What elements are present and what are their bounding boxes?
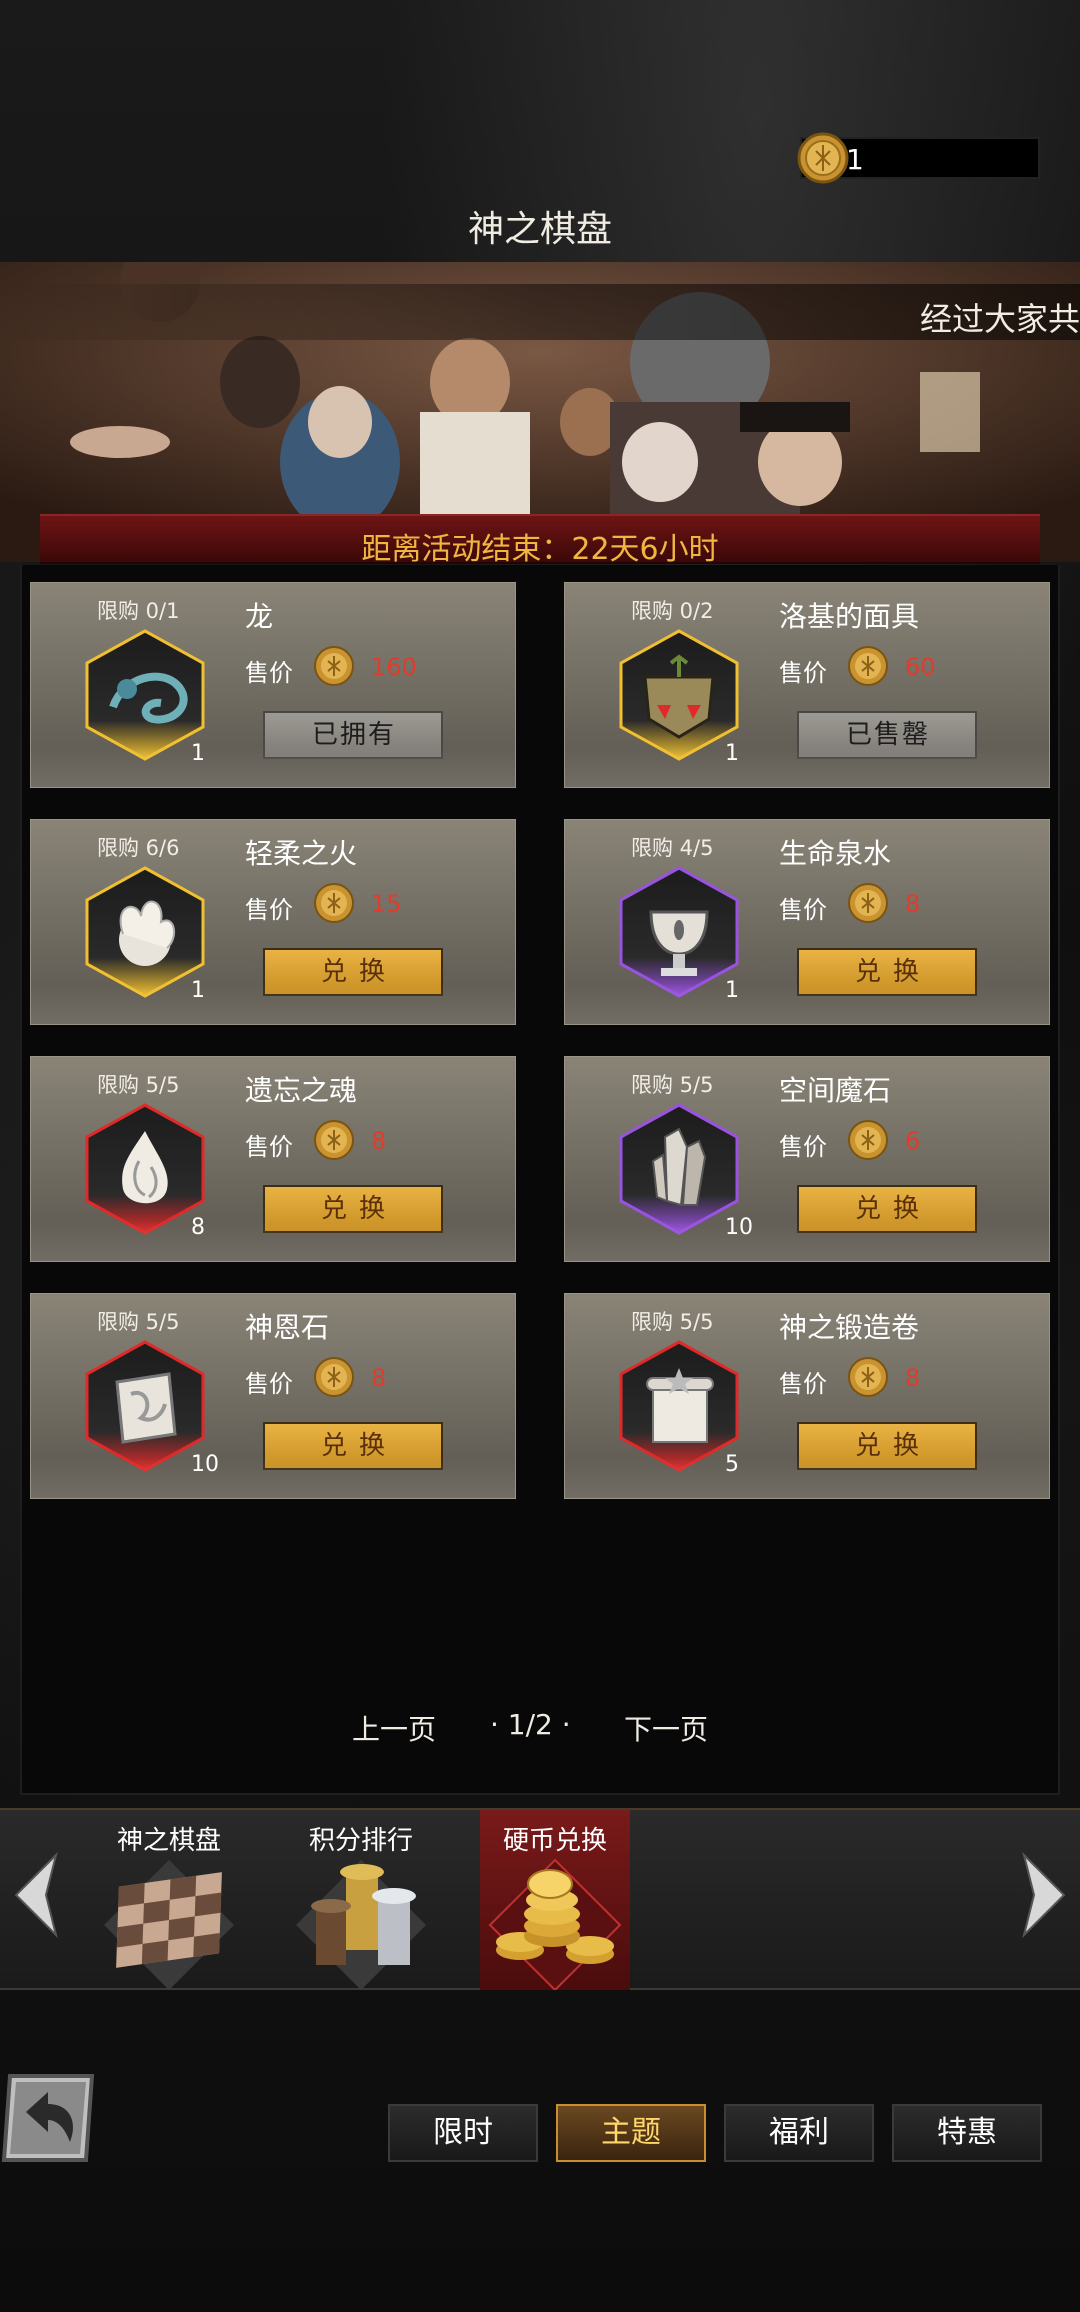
soul-flame-icon (85, 1103, 205, 1235)
item-name: 洛基的面具 (779, 600, 920, 633)
item-quantity: 8 (191, 1215, 205, 1240)
countdown-text: 距离活动结束：22天6小时 (361, 532, 719, 567)
item-name: 龙 (245, 600, 274, 633)
exchange-button[interactable]: 兑换 (263, 948, 443, 996)
announcement-ticker: 经过大家共 (919, 300, 1080, 338)
announcement-ticker-bg (0, 284, 1080, 340)
shop-item-card: 限购 0/1 龙 售价 160 已拥有 1 (30, 582, 516, 788)
category-prev-arrow[interactable] (6, 1850, 66, 1940)
gold-coin-icon (848, 1120, 888, 1160)
shop-item-card: 限购 5/5 神恩石 售价 8 兑换 10 (30, 1293, 516, 1499)
exchange-button[interactable]: 兑换 (797, 948, 977, 996)
purchase-limit: 限购 0/2 (631, 599, 714, 623)
item-quantity: 5 (725, 1452, 739, 1477)
gold-coin-icon (314, 883, 354, 923)
currency-amount: 1 (846, 143, 864, 176)
item-name: 空间魔石 (779, 1074, 892, 1107)
category-ranking[interactable]: 积分排行 (286, 1810, 436, 1990)
shop-item-card: 限购 6/6 轻柔之火 售价 15 兑换 1 (30, 819, 516, 1025)
mask-icon (619, 629, 739, 761)
purchase-limit: 限购 5/5 (631, 1073, 714, 1097)
price-value: 60 (905, 653, 936, 681)
chalice-icon (619, 866, 739, 998)
exchange-button[interactable]: 兑换 (797, 1422, 977, 1470)
shop-item-card: 限购 0/2 洛基的面具 售价 60 已售罄 1 (564, 582, 1050, 788)
price-label: 售价 (245, 1133, 293, 1161)
status-button: 已售罄 (797, 711, 977, 759)
gold-coin-icon (848, 646, 888, 686)
item-name: 神恩石 (245, 1311, 330, 1344)
price-value: 6 (905, 1127, 921, 1155)
price-value: 160 (371, 653, 417, 681)
prev-page-button[interactable]: 上一页 (352, 1708, 436, 1748)
shop-item-card: 限购 4/5 生命泉水 售价 8 兑换 1 (564, 819, 1050, 1025)
price-label: 售价 (245, 659, 293, 687)
price-value: 8 (905, 890, 921, 918)
pagination: 上一页 · 1/2 · 下一页 (0, 1700, 1080, 1750)
price-value: 8 (905, 1364, 921, 1392)
item-quantity: 1 (725, 978, 739, 1003)
shop-item-card: 限购 5/5 遗忘之魂 售价 8 兑换 8 (30, 1056, 516, 1262)
category-coin-exchange[interactable]: 硬币兑换 (480, 1810, 630, 1990)
scroll-icon (619, 1340, 739, 1472)
item-quantity: 1 (191, 978, 205, 1003)
crystal-icon (619, 1103, 739, 1235)
bottom-tab[interactable]: 主题 (556, 2104, 706, 2162)
purchase-limit: 限购 0/1 (97, 599, 180, 623)
purchase-limit: 限购 5/5 (97, 1073, 180, 1097)
exchange-button[interactable]: 兑换 (263, 1422, 443, 1470)
price-label: 售价 (245, 1370, 293, 1398)
gold-coin-icon (314, 646, 354, 686)
gold-coin-icon (848, 883, 888, 923)
status-button: 已拥有 (263, 711, 443, 759)
item-name: 生命泉水 (779, 837, 892, 870)
category-chessboard[interactable]: 神之棋盘 (94, 1810, 244, 1990)
exchange-button[interactable]: 兑换 (797, 1185, 977, 1233)
bottom-tab[interactable]: 福利 (724, 2104, 874, 2162)
gold-coin-icon (314, 1357, 354, 1397)
page-indicator: · 1/2 · (490, 1708, 571, 1741)
price-label: 售价 (779, 896, 827, 924)
countdown-bar: 距离活动结束：22天6小时 (40, 514, 1040, 567)
price-value: 15 (371, 890, 402, 918)
item-name: 遗忘之魂 (245, 1074, 358, 1107)
trophy-pillars-icon (296, 1860, 426, 1990)
price-label: 售价 (779, 659, 827, 687)
chessboard-icon (104, 1860, 234, 1990)
shop-item-card: 限购 5/5 空间魔石 售价 6 兑换 10 (564, 1056, 1050, 1262)
dragon-icon (85, 629, 205, 761)
item-quantity: 10 (725, 1215, 753, 1240)
price-label: 售价 (779, 1133, 827, 1161)
item-name: 神之锻造卷 (779, 1311, 920, 1344)
purchase-limit: 限购 5/5 (97, 1310, 180, 1334)
price-value: 8 (371, 1364, 387, 1392)
item-name: 轻柔之火 (245, 837, 358, 870)
purchase-limit: 限购 5/5 (631, 1310, 714, 1334)
category-strip: 神之棋盘 积分排行 硬币兑换 (0, 1808, 1080, 1990)
back-button[interactable] (0, 2068, 100, 2168)
exchange-button[interactable]: 兑换 (263, 1185, 443, 1233)
rune-stone-icon (85, 1340, 205, 1472)
purchase-limit: 限购 4/5 (631, 836, 714, 860)
purchase-limit: 限购 6/6 (97, 836, 180, 860)
bottom-tab[interactable]: 特惠 (892, 2104, 1042, 2162)
fire-orb-icon (85, 866, 205, 998)
next-page-button[interactable]: 下一页 (624, 1708, 708, 1748)
bottom-tab[interactable]: 限时 (388, 2104, 538, 2162)
currency-display: 1 (797, 132, 1040, 184)
price-value: 8 (371, 1127, 387, 1155)
gold-coin-icon (797, 132, 849, 184)
price-label: 售价 (245, 896, 293, 924)
shop-item-card: 限购 5/5 神之锻造卷 售价 8 兑换 5 (564, 1293, 1050, 1499)
item-quantity: 10 (191, 1452, 219, 1477)
page-title: 神之棋盘 (467, 209, 612, 250)
gold-coin-icon (314, 1120, 354, 1160)
category-next-arrow[interactable] (1014, 1850, 1074, 1940)
gold-coin-icon (848, 1357, 888, 1397)
coin-stack-icon (488, 1858, 622, 1990)
item-quantity: 1 (191, 741, 205, 766)
price-label: 售价 (779, 1370, 827, 1398)
item-quantity: 1 (725, 741, 739, 766)
